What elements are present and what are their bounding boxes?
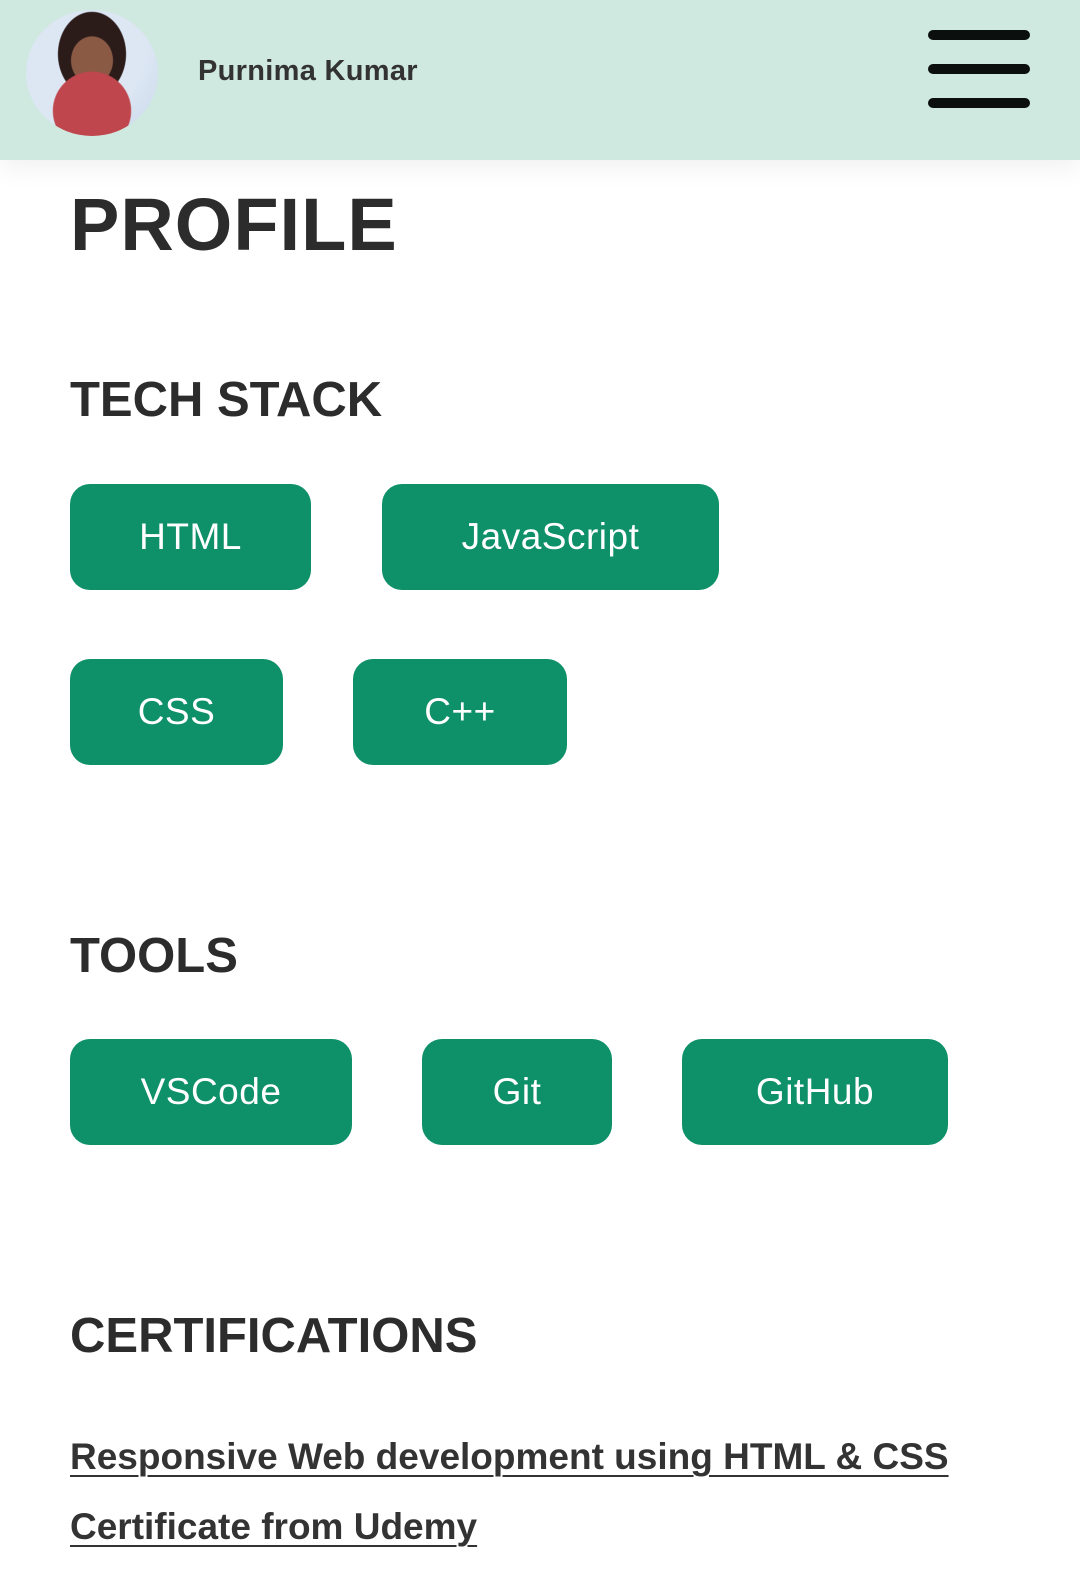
tools-heading: TOOLS	[70, 929, 238, 983]
tech-chip-html[interactable]: HTML	[70, 484, 311, 590]
tech-chip-css[interactable]: CSS	[70, 659, 283, 765]
page-title: PROFILE	[70, 183, 398, 266]
tool-chip-git[interactable]: Git	[422, 1039, 612, 1145]
certifications-heading: CERTIFICATIONS	[70, 1309, 478, 1363]
tech-stack-heading: TECH STACK	[70, 373, 383, 427]
top-header: Purnima Kumar	[0, 0, 1080, 160]
user-name: Purnima Kumar	[198, 55, 418, 87]
tool-chip-vscode[interactable]: VSCode	[70, 1039, 352, 1145]
menu-bar-top	[928, 30, 1030, 40]
avatar[interactable]	[26, 10, 158, 136]
certificate-link-udemy[interactable]: Responsive Web development using HTML & …	[70, 1422, 1030, 1562]
tech-chip-javascript[interactable]: JavaScript	[382, 484, 719, 590]
menu-bar-bottom	[928, 98, 1030, 108]
tool-chip-github[interactable]: GitHub	[682, 1039, 948, 1145]
menu-bar-middle	[928, 64, 1030, 74]
hamburger-menu-icon[interactable]	[928, 28, 1030, 110]
tech-chip-cpp[interactable]: C++	[353, 659, 567, 765]
